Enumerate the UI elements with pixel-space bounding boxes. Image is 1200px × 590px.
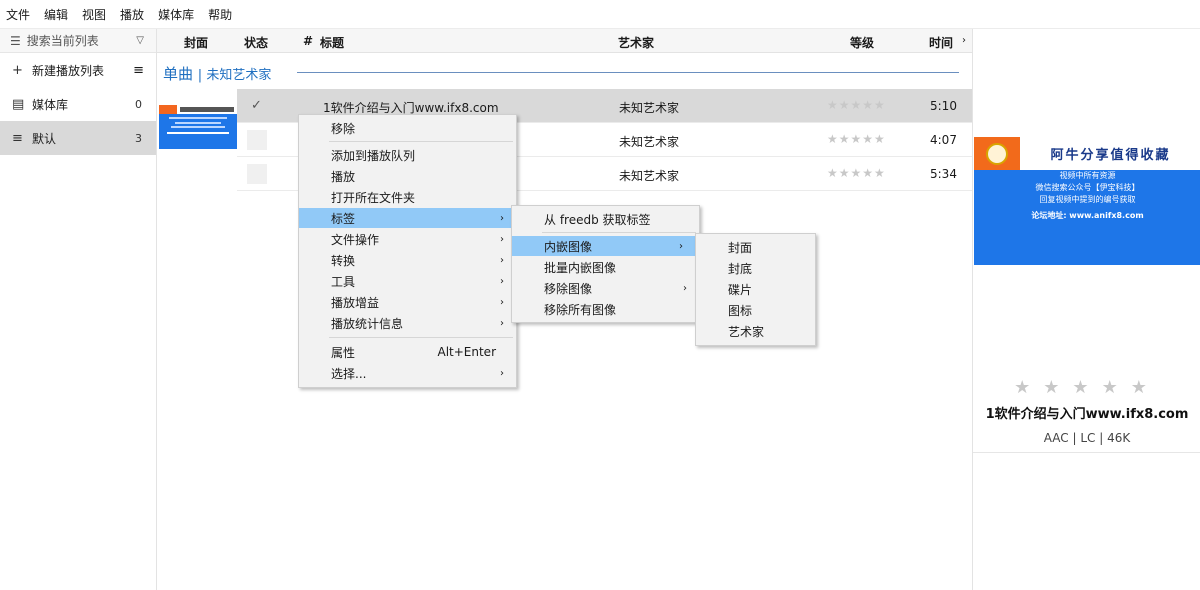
status-placeholder [247, 164, 267, 184]
track-time: 5:10 [930, 99, 957, 113]
chevron-right-icon: › [500, 275, 504, 287]
sidebar-item-count: 3 [135, 131, 142, 145]
search-placeholder: 搜索当前列表 [26, 34, 99, 48]
rating-stars-icon[interactable]: ★★★★★ [827, 132, 886, 146]
cover-url: 论坛地址: www.anifx8.com [1031, 211, 1144, 220]
menu-item-batch-embed[interactable]: 批量内嵌图像 [512, 257, 699, 277]
menu-file[interactable]: 文件 [6, 6, 30, 23]
chevron-right-icon[interactable]: › [962, 35, 966, 46]
now-playing-meta: AAC | LC | 46K [1043, 431, 1131, 445]
cover-title: 阿牛分享值得收藏 [1050, 148, 1171, 163]
sidebar-item-default[interactable]: ≡ 默认 3 [0, 121, 156, 155]
chevron-right-icon: › [500, 212, 504, 224]
shortcut-label: Alt+Enter [437, 345, 496, 359]
menu-item-disc[interactable]: 碟片 [696, 279, 815, 299]
track-time: 4:07 [930, 133, 957, 147]
menu-item-tools[interactable]: 工具 › [299, 271, 516, 291]
now-playing-title: 1软件介绍与入门www.ifx8.com [985, 407, 1189, 422]
menu-item-tags[interactable]: 标签 › [299, 208, 516, 228]
album-cover-thumbnail [159, 105, 237, 149]
plus-icon: + [12, 62, 23, 78]
sidebar: ☰ 搜索当前列表 ▽ + 新建播放列表 ≡ ▤ 媒体库 0 ≡ 默认 3 [0, 29, 157, 590]
menu-view[interactable]: 视图 [82, 6, 106, 23]
column-time[interactable]: 时间 [929, 34, 953, 51]
sidebar-item-label: 默认 [32, 131, 57, 146]
logo-icon [986, 142, 1008, 165]
menu-item-icon[interactable]: 图标 [696, 300, 815, 320]
menu-item-file-ops[interactable]: 文件操作 › [299, 229, 516, 249]
list-icon: ≡ [12, 130, 23, 146]
chevron-right-icon: › [500, 367, 504, 379]
chevron-right-icon: › [679, 240, 683, 252]
column-title[interactable]: 标题 [320, 34, 344, 51]
menu-library[interactable]: 媒体库 [158, 6, 194, 23]
library-icon: ▤ [12, 96, 25, 112]
context-menu: 移除 添加到播放队列 播放 打开所在文件夹 标签 › 文件操作 › 转换 › 工具 › … [298, 114, 517, 388]
track-artist: 未知艺术家 [619, 101, 680, 115]
rating-stars-icon[interactable]: ★★★★★ [973, 377, 1200, 398]
menu-item-properties[interactable]: 属性 Alt+Enter [299, 342, 516, 362]
menu-item-remove-all-images[interactable]: 移除所有图像 [512, 299, 699, 319]
menu-bar: 文件 编辑 视图 播放 媒体库 帮助 [0, 0, 1200, 29]
menu-item-select[interactable]: 选择... › [299, 363, 516, 383]
menu-item-front-cover[interactable]: 封面 [696, 237, 815, 257]
tag-submenu: 从 freedb 获取标签 内嵌图像 › 批量内嵌图像 移除图像 › 移除所有图像 [511, 205, 700, 323]
track-artist: 未知艺术家 [619, 169, 680, 183]
menu-item-freedb[interactable]: 从 freedb 获取标签 [512, 209, 699, 229]
menu-edit[interactable]: 编辑 [44, 6, 68, 23]
check-icon: ✓ [251, 98, 262, 113]
sidebar-item-count: 0 [135, 97, 142, 111]
group-header: 单曲 | 未知艺术家 [163, 65, 272, 83]
menu-help[interactable]: 帮助 [208, 6, 232, 23]
group-subtitle: 未知艺术家 [206, 68, 272, 83]
menu-item-add-to-queue[interactable]: 添加到播放队列 [299, 145, 516, 165]
chevron-down-icon[interactable]: ▽ [136, 35, 144, 46]
search-field[interactable]: ☰ 搜索当前列表 ▽ [0, 29, 156, 53]
menu-item-embedded-images[interactable]: 内嵌图像 › [512, 236, 695, 256]
album-cover-image: 阿牛分享值得收藏 视频中所有资源 微信搜索公众号【伊宝科技】 回复视频中提到的编… [974, 137, 1200, 265]
chevron-right-icon: › [500, 233, 504, 245]
column-cover[interactable]: 封面 [184, 34, 208, 51]
rating-stars-icon[interactable]: ★★★★★ [827, 98, 886, 112]
sidebar-item-new-playlist[interactable]: + 新建播放列表 ≡ [0, 53, 156, 87]
status-placeholder [247, 130, 267, 150]
menu-icon[interactable]: ≡ [133, 63, 144, 78]
track-time: 5:34 [930, 167, 957, 181]
now-playing-panel: 阿牛分享值得收藏 视频中所有资源 微信搜索公众号【伊宝科技】 回复视频中提到的编… [972, 29, 1200, 590]
menu-item-replaygain[interactable]: 播放增益 › [299, 292, 516, 312]
menu-item-back-cover[interactable]: 封底 [696, 258, 815, 278]
chevron-right-icon: › [500, 254, 504, 266]
menu-item-convert[interactable]: 转换 › [299, 250, 516, 270]
menu-item-play-stats[interactable]: 播放统计信息 › [299, 313, 516, 333]
group-title: 单曲 [163, 65, 194, 83]
column-artist[interactable]: 艺术家 [618, 34, 654, 51]
chevron-right-icon: › [500, 296, 504, 308]
rating-stars-icon[interactable]: ★★★★★ [827, 166, 886, 180]
menu-item-remove-image[interactable]: 移除图像 › [512, 278, 699, 298]
filter-list-icon: ☰ [10, 33, 21, 48]
image-submenu: 封面 封底 碟片 图标 艺术家 [695, 233, 816, 346]
column-header: 封面 状态 # 标题 艺术家 等级 时间 › [157, 29, 972, 53]
chevron-right-icon: › [683, 282, 687, 294]
menu-item-play[interactable]: 播放 [299, 166, 516, 186]
sidebar-item-label: 媒体库 [32, 97, 69, 112]
menu-item-remove[interactable]: 移除 [299, 118, 516, 138]
chevron-right-icon: › [500, 317, 504, 329]
column-rating[interactable]: 等级 [850, 34, 874, 51]
sidebar-item-label: 新建播放列表 [32, 63, 105, 78]
column-status[interactable]: 状态 [244, 34, 268, 51]
group-divider [297, 72, 959, 73]
column-number[interactable]: # [303, 34, 313, 48]
menu-item-open-folder[interactable]: 打开所在文件夹 [299, 187, 516, 207]
menu-playback[interactable]: 播放 [120, 6, 144, 23]
menu-item-artist[interactable]: 艺术家 [696, 321, 815, 341]
sidebar-item-library[interactable]: ▤ 媒体库 0 [0, 87, 156, 121]
track-artist: 未知艺术家 [619, 135, 680, 149]
divider [973, 452, 1200, 453]
